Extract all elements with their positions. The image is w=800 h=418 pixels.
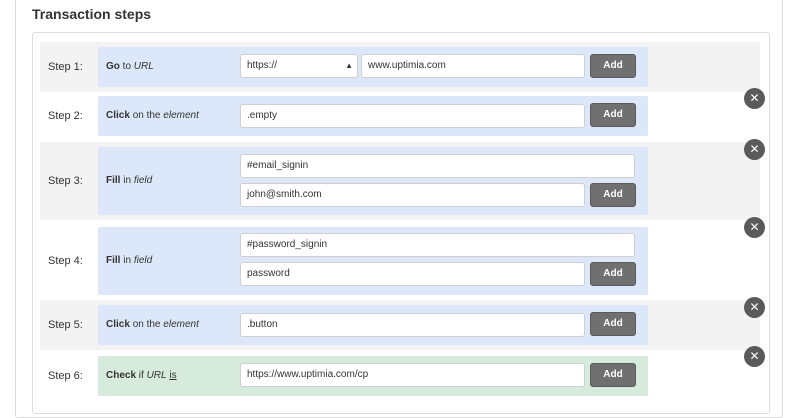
add-button[interactable]: Add: [590, 262, 636, 286]
action-description: Go to URL: [106, 61, 154, 72]
add-button[interactable]: Add: [590, 54, 636, 78]
fill-value-input[interactable]: john@smith.com: [240, 183, 585, 207]
step-action-panel: Fill in field #password_signin password …: [98, 227, 648, 295]
action-prep: if: [138, 370, 144, 381]
action-description: Fill in field: [106, 255, 152, 266]
step-label: Step 5:: [48, 319, 83, 331]
step-action-panel: Fill in field #email_signin john@smith.c…: [98, 147, 648, 215]
step-label: Step 6:: [48, 370, 83, 382]
action-object: element: [163, 319, 199, 330]
action-object: field: [133, 255, 153, 266]
protocol-value: https://: [247, 60, 278, 71]
element-selector-input[interactable]: .button: [240, 313, 585, 337]
action-condition[interactable]: is: [169, 370, 176, 381]
element-selector-input[interactable]: .empty: [240, 104, 585, 128]
action-description: Check if URL is: [106, 370, 177, 381]
step-label: Step 2:: [48, 110, 83, 122]
remove-step-4-close-icon[interactable]: ✕: [744, 217, 765, 238]
step-row-4: Step 4: Fill in field #password_signin p…: [40, 222, 760, 300]
action-prep: on the: [132, 319, 161, 330]
action-object: element: [163, 110, 199, 121]
step-check-panel: Check if URL is https://www.uptimia.com/…: [98, 356, 648, 396]
action-description: Click on the element: [106, 319, 199, 330]
protocol-select[interactable]: https:// ▲: [240, 54, 358, 78]
action-object: URL: [146, 370, 167, 381]
remove-step-5-close-icon[interactable]: ✕: [744, 297, 765, 318]
action-prep: in: [123, 255, 132, 266]
action-verb: Go: [106, 61, 120, 72]
url-input[interactable]: www.uptimia.com: [361, 54, 585, 78]
action-verb: Check: [106, 370, 137, 381]
action-prep: in: [123, 175, 132, 186]
add-button[interactable]: Add: [590, 183, 636, 207]
step-row-3: Step 3: Fill in field #email_signin john…: [40, 142, 760, 220]
step-label: Step 3:: [48, 175, 83, 187]
field-selector-input[interactable]: #email_signin: [240, 154, 635, 178]
field-selector-input[interactable]: #password_signin: [240, 233, 635, 257]
action-object: URL: [133, 61, 154, 72]
remove-step-3-close-icon[interactable]: ✕: [744, 139, 765, 160]
action-verb: Click: [106, 110, 130, 121]
step-action-panel: Click on the element .empty Add: [98, 96, 648, 136]
add-button[interactable]: Add: [590, 312, 636, 336]
step-row-1: Step 1: Go to URL https:// ▲ www.uptimia…: [40, 42, 760, 92]
step-row-6: Step 6: Check if URL is https://www.upti…: [40, 352, 760, 399]
select-arrows-icon: ▲: [345, 61, 353, 70]
action-object: field: [133, 175, 153, 186]
url-check-input[interactable]: https://www.uptimia.com/cp: [240, 363, 585, 387]
remove-step-2-close-icon[interactable]: ✕: [744, 88, 765, 109]
step-label: Step 4:: [48, 255, 83, 267]
action-verb: Click: [106, 319, 130, 330]
section-title: Transaction steps: [32, 6, 152, 22]
fill-value-input[interactable]: password: [240, 262, 585, 286]
step-label: Step 1:: [48, 61, 83, 73]
action-verb: Fill: [106, 175, 121, 186]
add-button[interactable]: Add: [590, 103, 636, 127]
step-action-panel: Click on the element .button Add: [98, 305, 648, 345]
step-row-2: Step 2: Click on the element .empty Add: [40, 92, 760, 140]
add-button[interactable]: Add: [590, 363, 636, 387]
step-row-5: Step 5: Click on the element .button Add: [40, 300, 760, 350]
action-prep: on the: [132, 110, 161, 121]
action-description: Click on the element: [106, 110, 199, 121]
action-verb: Fill: [106, 255, 121, 266]
action-description: Fill in field: [106, 175, 152, 186]
remove-step-6-close-icon[interactable]: ✕: [744, 346, 765, 367]
step-action-panel: Go to URL https:// ▲ www.uptimia.com Add: [98, 47, 648, 87]
action-prep: to: [122, 61, 132, 72]
